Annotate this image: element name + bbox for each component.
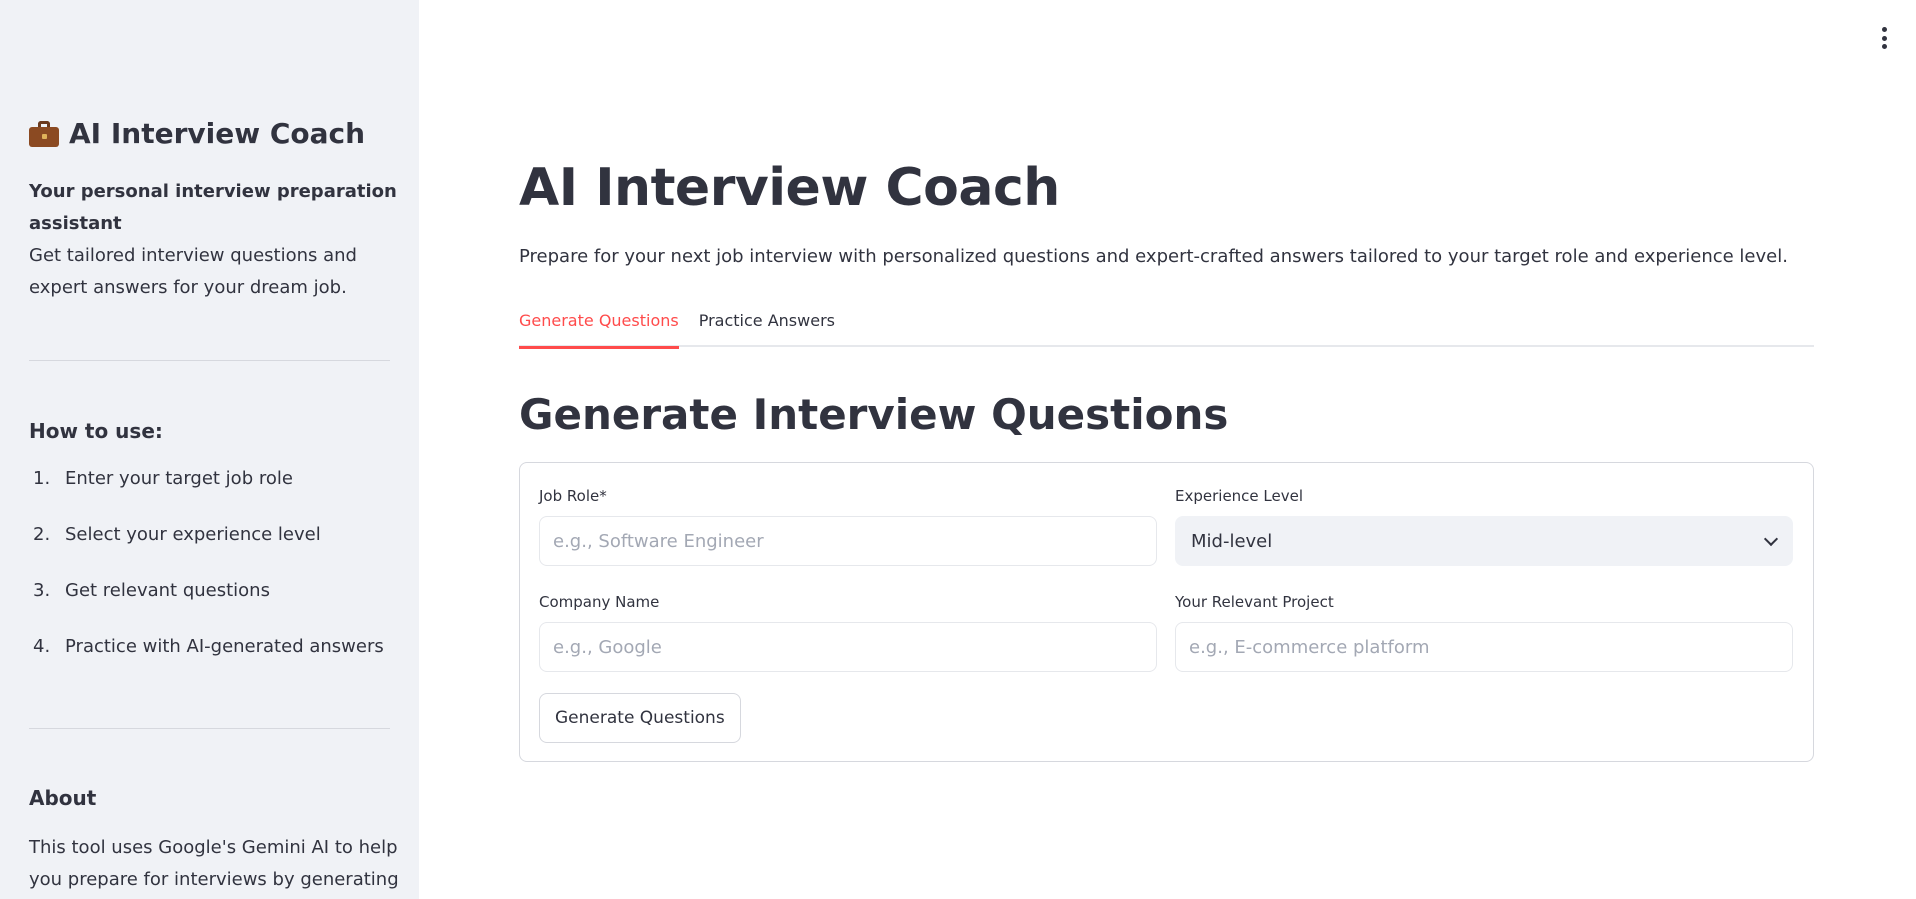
step-text: Select your experience level (65, 524, 321, 545)
job-role-label: Job Role* (539, 487, 607, 505)
about-heading: About (29, 786, 97, 810)
step-item: 2. Select your experience level (29, 524, 384, 580)
step-item: 4. Practice with AI-generated answers (29, 636, 384, 692)
sidebar-title-text: AI Interview Coach (69, 117, 366, 150)
how-to-steps: 1. Enter your target job role 2. Select yo… (29, 468, 384, 692)
briefcase-icon (29, 120, 59, 147)
chevron-down-icon (1765, 535, 1777, 547)
relevant-project-label: Your Relevant Project (1175, 593, 1334, 611)
tab-generate-questions[interactable]: Generate Questions (519, 305, 679, 349)
sidebar: AI Interview Coach Your personal intervi… (0, 0, 419, 899)
sidebar-description: Get tailored interview questions and exp… (29, 245, 357, 298)
page-title: AI Interview Coach (519, 158, 1060, 218)
kebab-menu-icon[interactable] (1878, 27, 1890, 49)
step-text: Practice with AI-generated answers (65, 636, 384, 657)
sidebar-tagline: Your personal interview preparation assi… (29, 181, 397, 234)
company-name-label: Company Name (539, 593, 660, 611)
job-role-input[interactable] (539, 516, 1157, 566)
step-item: 3. Get relevant questions (29, 580, 384, 636)
main-content: AI Interview Coach Prepare for your next… (419, 0, 1916, 899)
how-to-heading: How to use: (29, 419, 163, 443)
step-item: 1. Enter your target job role (29, 468, 384, 524)
sidebar-divider (29, 728, 390, 729)
step-number: 1. (33, 468, 51, 489)
company-name-input[interactable] (539, 622, 1157, 672)
step-text: Enter your target job role (65, 468, 293, 489)
page-description: Prepare for your next job interview with… (519, 246, 1788, 267)
experience-level-value: Mid-level (1191, 530, 1273, 552)
app-root: AI Interview Coach Your personal intervi… (0, 0, 1916, 899)
relevant-project-input[interactable] (1175, 622, 1793, 672)
generate-questions-button[interactable]: Generate Questions (539, 693, 741, 743)
question-form: Job Role* Experience Level Mid-level Com… (519, 462, 1814, 762)
tab-practice-answers[interactable]: Practice Answers (699, 305, 835, 347)
step-number: 4. (33, 636, 51, 657)
sidebar-title: AI Interview Coach (29, 117, 365, 150)
experience-level-select[interactable]: Mid-level (1175, 516, 1793, 566)
sidebar-divider (29, 360, 390, 361)
about-text: This tool uses Google's Gemini AI to hel… (29, 837, 399, 890)
section-title: Generate Interview Questions (519, 390, 1229, 439)
step-text: Get relevant questions (65, 580, 270, 601)
step-number: 2. (33, 524, 51, 545)
tab-bar: Generate Questions Practice Answers (519, 305, 1814, 349)
experience-level-label: Experience Level (1175, 487, 1304, 505)
step-number: 3. (33, 580, 51, 601)
